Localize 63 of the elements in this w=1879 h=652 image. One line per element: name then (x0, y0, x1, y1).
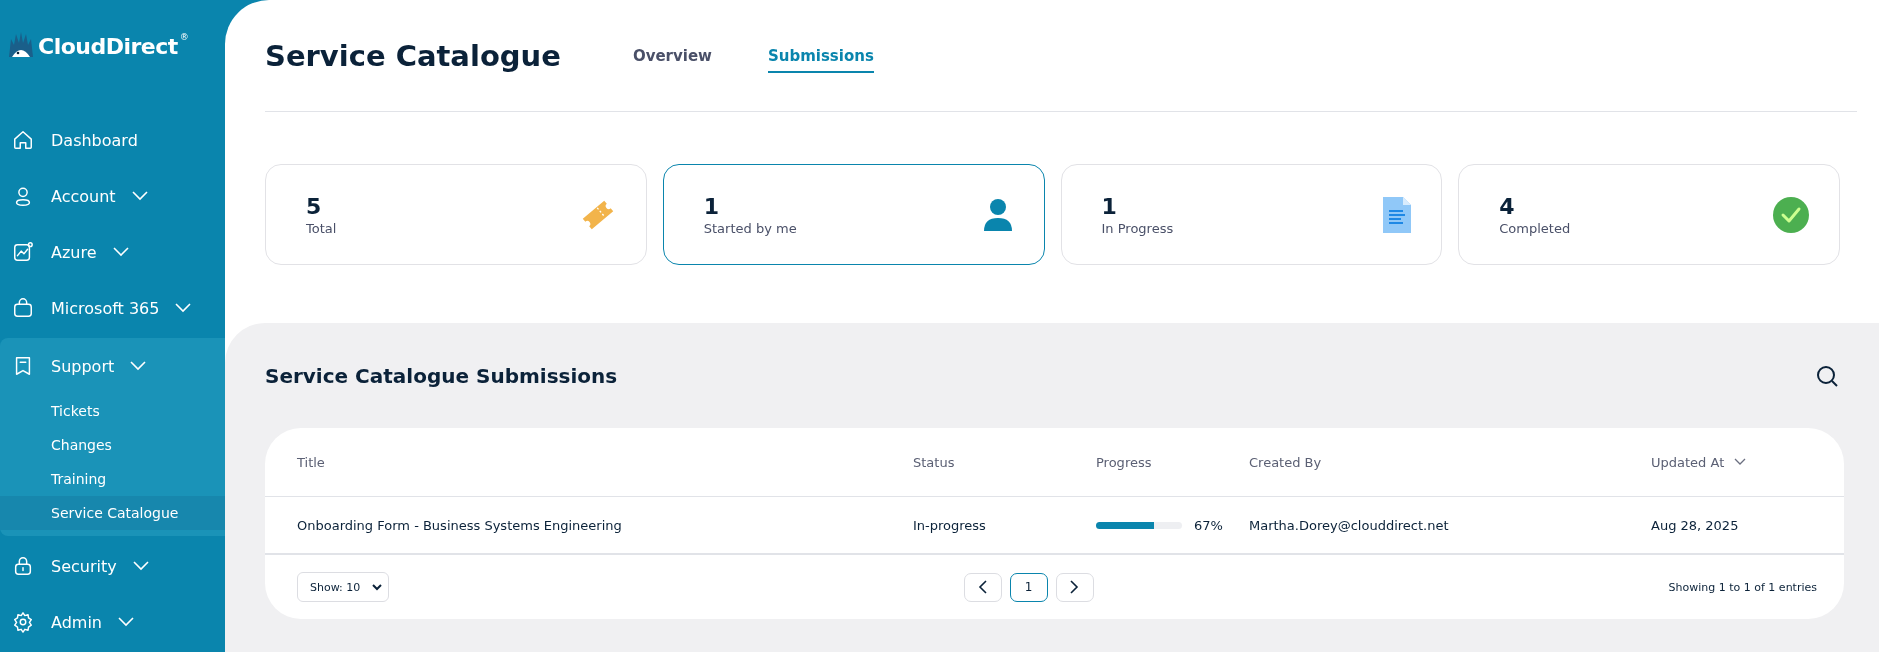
home-icon (12, 129, 34, 151)
previous-page-button[interactable] (963, 572, 1002, 602)
column-header[interactable]: Progress (1096, 454, 1152, 470)
entries-summary: Showing 1 to 1 of 1 entries (1668, 580, 1817, 594)
chevron-right-icon (1070, 580, 1079, 594)
chevron-down-icon (112, 247, 129, 257)
column-header[interactable]: Updated At (1651, 454, 1747, 470)
settings-icon (12, 611, 34, 633)
nav-item[interactable]: Azure (0, 224, 225, 280)
stat-label: Total (306, 220, 337, 236)
nav-item[interactable]: Account (0, 168, 225, 224)
tab[interactable]: Overview (632, 40, 712, 73)
nav-item[interactable]: Security (0, 538, 225, 594)
stat-card[interactable]: 4 Completed (1458, 164, 1840, 265)
user-icon (981, 197, 1014, 232)
table-cell-text: Martha.Dorey@clouddirect.net (1249, 517, 1450, 533)
lock-icon (12, 555, 34, 577)
sort-caret-icon[interactable] (1734, 458, 1747, 466)
search-icon[interactable] (1815, 363, 1839, 388)
chevron-down-icon (131, 191, 148, 201)
table-cell-text: Onboarding Form - Business Systems Engineering (297, 517, 623, 533)
progress-reading: 67% (1194, 517, 1223, 533)
registered-mark: ® (179, 32, 189, 42)
logo-text: CloudDirect (38, 33, 178, 59)
nav-subitem[interactable]: Changes (0, 428, 225, 462)
nav-item[interactable]: Admin (0, 594, 225, 650)
document-icon (1383, 196, 1412, 233)
nav-subitem[interactable]: Tickets (0, 394, 225, 428)
nav-item[interactable]: Dashboard (0, 112, 225, 168)
next-page-button[interactable] (1055, 572, 1094, 602)
chart-icon (12, 241, 34, 263)
nav-item[interactable]: Support (0, 338, 225, 394)
chevron-down-icon (130, 361, 147, 371)
stat-label: Started by me (703, 220, 797, 236)
check-circle-icon (1773, 196, 1809, 233)
nav-item[interactable]: Microsoft 365 (0, 280, 225, 336)
stat-value: 5 (306, 193, 323, 219)
stat-value: 1 (703, 193, 721, 219)
stat-card[interactable]: 1 Started by me (662, 164, 1045, 265)
column-header[interactable]: Created By (1249, 454, 1322, 470)
nav-subitem[interactable]: Service Catalogue (0, 496, 225, 530)
page-size-select[interactable]: Show: 10 (297, 572, 390, 602)
dropdown-caret-icon (372, 583, 383, 591)
table-cell-text: Aug 28, 2025 (1651, 517, 1740, 533)
page-title: Service Catalogue (265, 38, 561, 73)
nav-subitem[interactable]: Training (0, 462, 225, 496)
stat-label: In Progress (1101, 220, 1174, 236)
page-button[interactable]: 1 (1009, 572, 1048, 602)
stat-label: Completed (1499, 220, 1571, 236)
table-cell-text: In-progress (913, 517, 987, 533)
section-title: Service Catalogue Submissions (265, 363, 618, 388)
chevron-down-icon (132, 561, 149, 571)
column-header[interactable]: Status (913, 454, 955, 470)
stat-card[interactable]: 5 Total (265, 164, 647, 265)
column-header[interactable]: Title (297, 454, 325, 470)
tab[interactable]: Submissions (767, 40, 874, 73)
stat-value: 1 (1101, 193, 1118, 219)
bag-icon (12, 297, 34, 319)
stat-value: 4 (1499, 193, 1516, 219)
stat-card[interactable]: 1 In Progress (1060, 164, 1443, 265)
chevron-left-icon (978, 580, 987, 594)
chevron-down-icon (118, 617, 134, 627)
chevron-down-icon (175, 303, 192, 313)
